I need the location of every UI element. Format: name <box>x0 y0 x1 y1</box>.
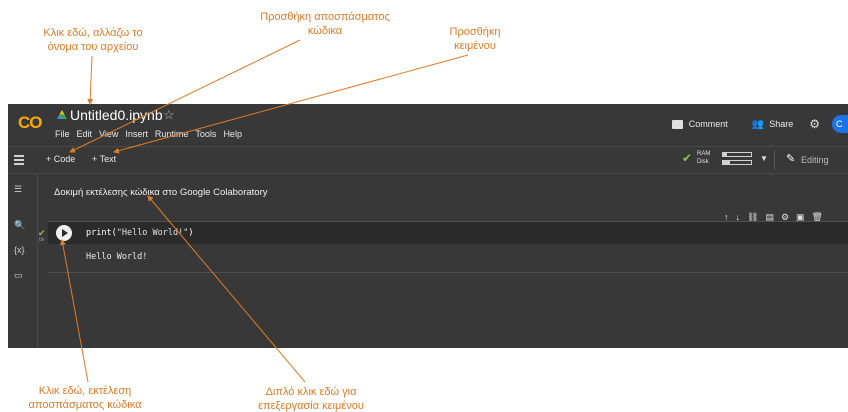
variables-icon[interactable]: {x} <box>14 245 25 255</box>
notebook-toolbar: + Code + Text ✔ RAM Disk ▼ ✎ Editing <box>8 146 848 174</box>
ram-meter <box>722 152 752 157</box>
comment-button[interactable]: Comment <box>689 119 728 129</box>
add-text-button[interactable]: + Text <box>92 154 116 164</box>
colab-window: CO Untitled0.ipynb ☆ File Edit View Inse… <box>8 104 848 348</box>
editing-mode[interactable]: Editing <box>801 155 829 165</box>
gear-icon[interactable]: ⚙ <box>809 117 820 131</box>
menu-view[interactable]: View <box>99 129 118 139</box>
share-button[interactable]: Share <box>769 119 793 129</box>
menu-tools[interactable]: Tools <box>195 129 216 139</box>
code-line[interactable]: print("Hello World!") <box>86 228 194 238</box>
notebook-area: Δοκιμή εκτέλεσης κώδικα στο Google Colab… <box>38 174 848 348</box>
add-code-button[interactable]: + Code <box>46 154 75 164</box>
annotation-edit-text: Διπλό κλικ εδώ για επεξεργασία κειμένου <box>258 386 364 412</box>
text-cell[interactable]: Δοκιμή εκτέλεσης κώδικα στο Google Colab… <box>54 187 268 198</box>
share-icon[interactable]: 👥 <box>752 119 764 130</box>
star-icon[interactable]: ☆ <box>163 107 175 123</box>
annotation-run: Κλικ εδώ, εκτέλεση αποσπάσματος κώδικα <box>28 385 142 411</box>
menu-insert[interactable]: Insert <box>125 129 148 139</box>
pencil-icon[interactable]: ✎ <box>786 152 795 165</box>
annotation-add-code: Προσθήκη αποσπάσματος κώδικα <box>260 11 390 37</box>
toc-icon[interactable]: ☰ <box>14 184 22 195</box>
colab-logo: CO <box>18 113 42 132</box>
output-text: Hello World! <box>86 252 148 262</box>
connected-check-icon: ✔ <box>682 151 693 165</box>
header-bar: CO Untitled0.ipynb ☆ File Edit View Inse… <box>8 104 848 146</box>
menu-icon[interactable] <box>14 155 24 165</box>
code-fn: print( <box>86 228 117 238</box>
menu-runtime[interactable]: Runtime <box>155 129 189 139</box>
code-end: ) <box>188 228 194 238</box>
cell-output: Hello World! <box>48 245 848 273</box>
toolbar-divider <box>774 151 775 169</box>
menu-bar: File Edit View Insert Runtime Tools Help <box>55 129 242 139</box>
disk-meter-fill <box>723 161 730 164</box>
resource-monitor[interactable]: RAM Disk <box>697 150 710 166</box>
ram-label: RAM <box>697 151 711 157</box>
annotation-add-text: Προσθήκη κειμένου <box>449 26 501 52</box>
arrow-rename <box>87 55 94 105</box>
disk-meter <box>722 160 752 165</box>
chevron-down-icon[interactable]: ▼ <box>760 154 768 163</box>
menu-edit[interactable]: Edit <box>77 129 93 139</box>
menu-help[interactable]: Help <box>223 129 242 139</box>
disk-label: Disk <box>697 159 709 165</box>
ram-meter-fill <box>723 153 728 156</box>
drive-icon <box>57 110 67 119</box>
search-icon[interactable]: 🔍 <box>14 220 25 231</box>
run-cell-button[interactable] <box>56 225 72 241</box>
menu-file[interactable]: File <box>55 129 70 139</box>
left-sidebar: ☰ 🔍 {x} ▭ <box>8 174 38 348</box>
folder-icon[interactable]: ▭ <box>14 270 23 281</box>
code-string: "Hello World!" <box>116 228 189 238</box>
avatar[interactable]: C <box>832 115 848 133</box>
comment-icon[interactable] <box>671 119 683 129</box>
header-actions: Comment 👥 Share ⚙ C <box>671 114 848 134</box>
notebook-title[interactable]: Untitled0.ipynb <box>70 107 163 123</box>
code-cell[interactable]: ✔ 0s print("Hello World!") <box>38 221 848 244</box>
exec-time: 0s <box>39 237 45 243</box>
annotation-rename: Κλικ εδώ, αλλάζω το όνομα του αρχείου <box>43 27 143 53</box>
